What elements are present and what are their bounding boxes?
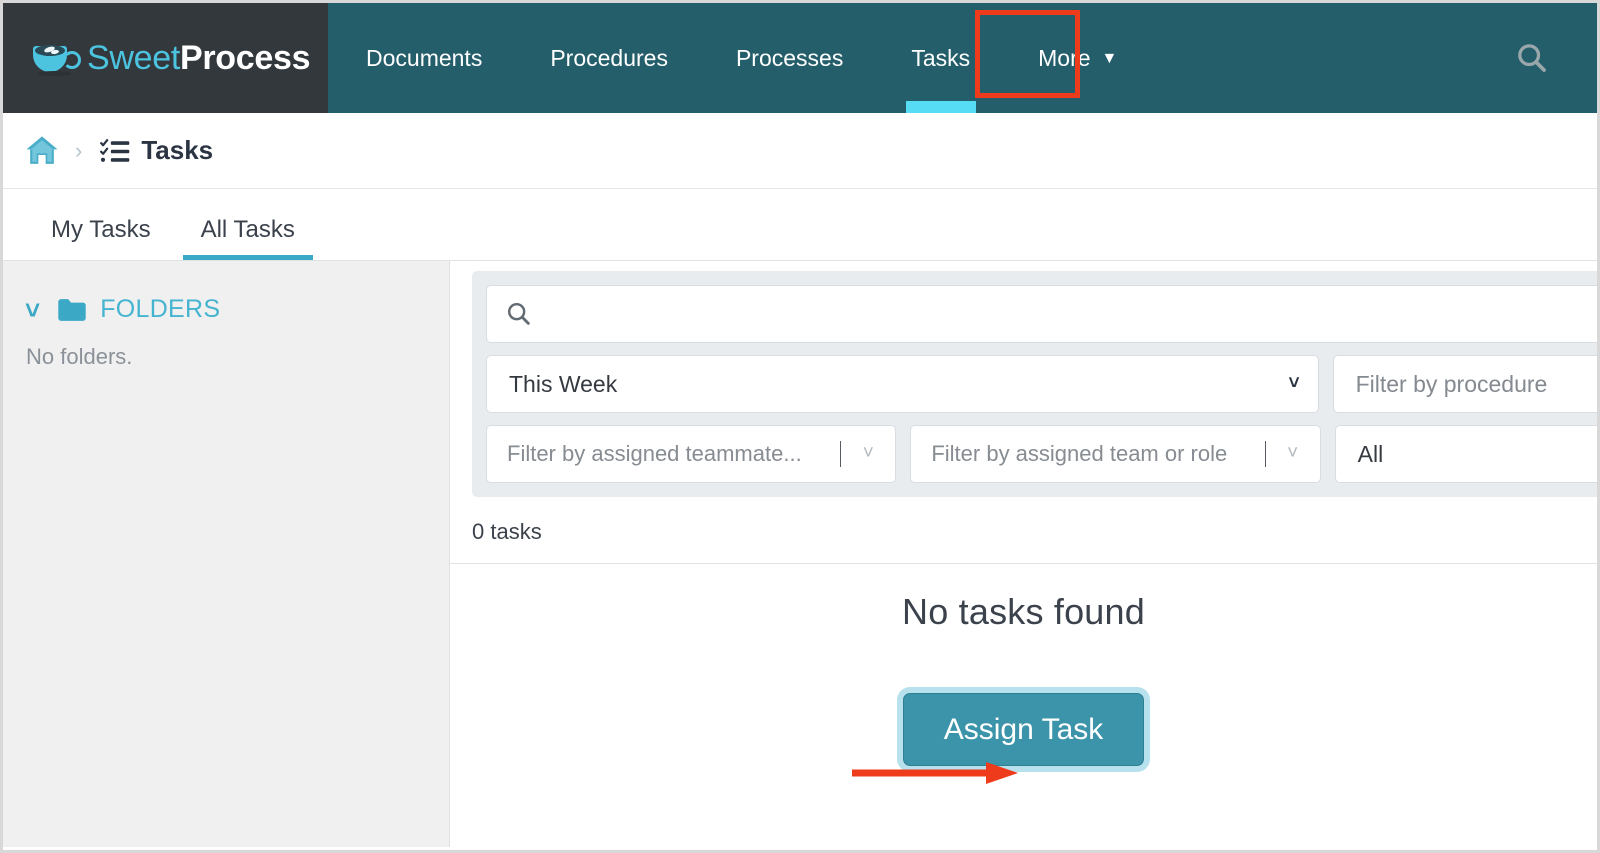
nav-item-documents[interactable]: Documents <box>328 3 516 113</box>
brand-name-light: Sweet <box>87 39 180 77</box>
teammate-filter-select[interactable]: Filter by assigned teammate... ˅ <box>486 425 897 483</box>
chevron-down-icon[interactable]: ˅ <box>841 443 895 465</box>
nav-item-label: More <box>1038 44 1091 71</box>
brand-name-bold: Process <box>180 39 311 77</box>
brand-wordmark: SweetProcess <box>87 39 311 77</box>
top-navigation-bar: SweetProcess Documents Procedures Proces… <box>3 3 1597 113</box>
search-input[interactable] <box>547 285 1597 343</box>
chevron-down-icon[interactable]: ˅ <box>1266 443 1320 465</box>
home-icon <box>26 136 58 164</box>
nav-item-label: Processes <box>735 44 844 71</box>
nav-item-label: Procedures <box>550 44 668 71</box>
filter-row-secondary: Filter by assigned teammate... ˅ Filter … <box>486 425 1597 483</box>
tab-bar: My Tasks All Tasks <box>3 189 1597 261</box>
folders-empty-text: No folders. <box>26 344 133 369</box>
date-range-value: This Week <box>509 370 618 397</box>
date-range-select[interactable]: This Week ˅ <box>486 355 1319 413</box>
nav-item-processes[interactable]: Processes <box>702 3 877 113</box>
team-role-filter-select[interactable]: Filter by assigned team or role ˅ <box>910 425 1321 483</box>
breadcrumb-current-label: Tasks <box>141 135 214 165</box>
folders-sidebar: ˅ FOLDERS No folders. <box>3 261 450 847</box>
folders-section-label: FOLDERS <box>100 295 221 323</box>
team-role-filter-value: Filter by assigned team or role <box>911 441 1265 467</box>
filter-panel: This Week ˅ Filter by procedure Filter b… <box>472 271 1597 497</box>
chevron-down-icon[interactable]: ˅ <box>25 297 40 323</box>
search-icon <box>1518 44 1546 72</box>
tasks-checklist-icon <box>100 138 130 164</box>
breadcrumb-current: Tasks <box>100 135 213 166</box>
status-filter-select[interactable]: All <box>1334 425 1597 483</box>
active-tab-indicator <box>905 101 976 113</box>
empty-state-title: No tasks found <box>902 591 1145 632</box>
main-content: This Week ˅ Filter by procedure Filter b… <box>450 261 1597 847</box>
nav-item-procedures[interactable]: Procedures <box>516 3 702 113</box>
tab-my-tasks[interactable]: My Tasks <box>33 216 169 260</box>
task-count-label: 0 tasks <box>472 519 542 544</box>
teammate-filter-value: Filter by assigned teammate... <box>487 441 841 467</box>
assign-task-button[interactable]: Assign Task <box>902 693 1145 766</box>
folders-section-header[interactable]: ˅ FOLDERS <box>25 295 449 324</box>
status-filter-value: All <box>1357 440 1384 467</box>
tab-all-tasks[interactable]: All Tasks <box>182 216 314 260</box>
content-divider <box>450 563 1597 564</box>
chevron-down-icon: ▼ <box>1101 50 1118 67</box>
breadcrumb: › Tasks <box>3 113 1597 189</box>
app-screenshot: SweetProcess Documents Procedures Proces… <box>0 0 1600 853</box>
procedure-filter-value: Filter by procedure <box>1355 370 1548 397</box>
search-row <box>486 285 1597 343</box>
global-search-button[interactable] <box>1485 3 1597 113</box>
tab-label: My Tasks <box>51 216 151 243</box>
nav-item-label: Documents <box>366 44 483 71</box>
brand-logo[interactable]: SweetProcess <box>3 3 328 113</box>
task-search-box[interactable] <box>486 285 1597 343</box>
chevron-down-icon: ˅ <box>1288 373 1300 394</box>
nav-item-tasks[interactable]: Tasks <box>877 3 1004 113</box>
nav-item-more[interactable]: More ▼ <box>1004 3 1151 113</box>
tab-label: All Tasks <box>200 216 295 243</box>
empty-state: No tasks found Assign Task <box>450 591 1597 766</box>
breadcrumb-home-link[interactable] <box>25 135 59 166</box>
procedure-filter-select[interactable]: Filter by procedure <box>1332 355 1597 413</box>
nav-item-list: Documents Procedures Processes Tasks Mor… <box>328 3 1597 113</box>
search-icon <box>507 302 530 325</box>
nav-item-label: Tasks <box>911 44 971 71</box>
coffee-cup-icon <box>31 38 81 78</box>
filter-row-primary: This Week ˅ Filter by procedure <box>486 355 1597 413</box>
breadcrumb-separator: › <box>75 137 83 163</box>
folder-icon <box>57 298 87 322</box>
